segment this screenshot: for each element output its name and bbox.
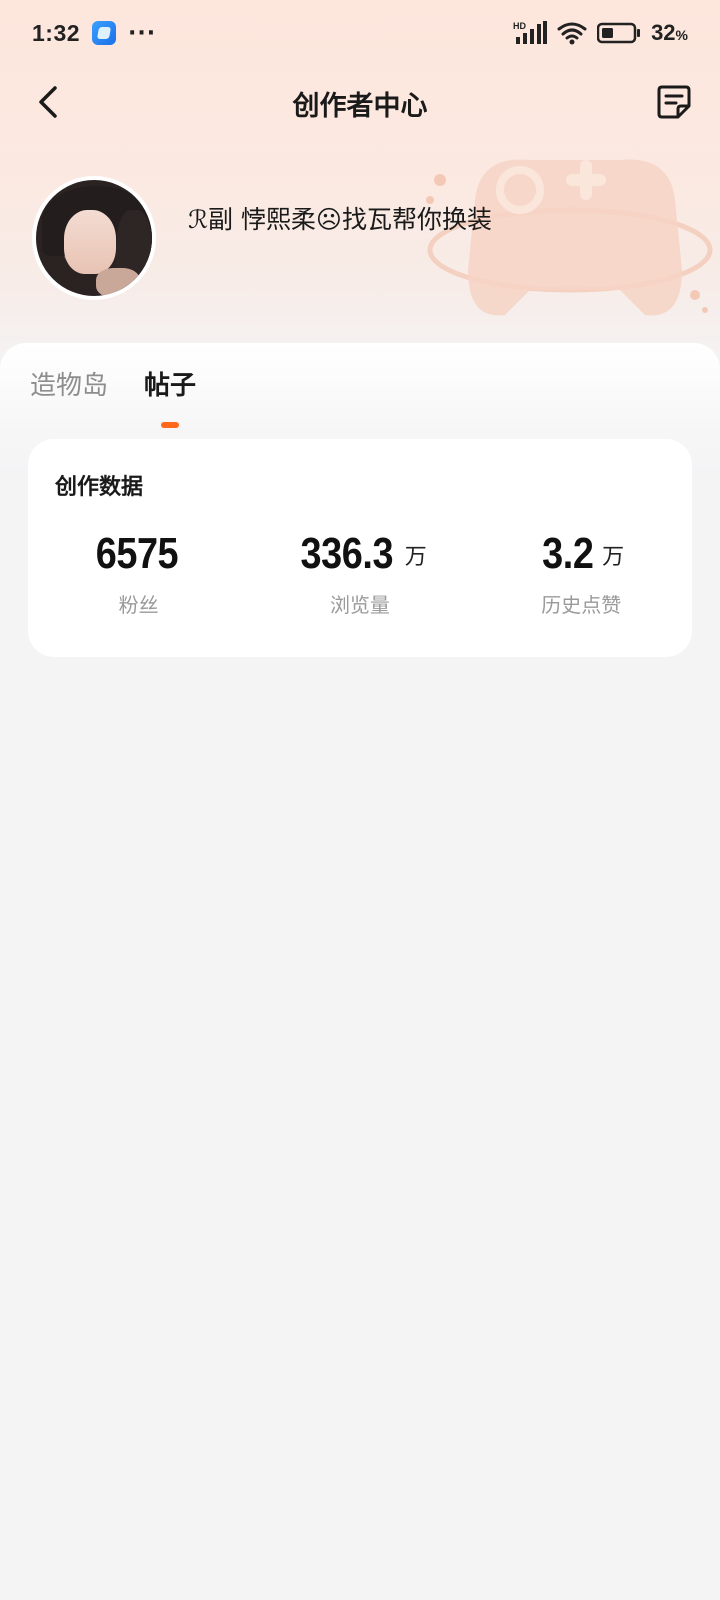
stat-views[interactable]: 336.3 万 浏览量 [249, 527, 470, 618]
creation-data-card: 创作数据 6575 粉丝 336.3 万 浏览量 3.2 万 历史点赞 [28, 439, 692, 657]
tab-zaowudao[interactable]: 造物岛 [30, 365, 108, 416]
stat-value: 336.3 [300, 529, 394, 578]
stat-label: 浏览量 [329, 593, 390, 617]
network-label: HD [513, 21, 526, 31]
note-edit-icon [657, 85, 691, 119]
stat-value: 3.2 [542, 529, 595, 578]
tab-posts[interactable]: 帖子 [144, 365, 197, 428]
navigation-bar: 创作者中心 [0, 66, 720, 138]
avatar[interactable] [32, 176, 156, 300]
stat-likes[interactable]: 3.2 万 历史点赞 [471, 527, 692, 618]
stat-value: 6575 [95, 529, 178, 578]
stats-row: 6575 粉丝 336.3 万 浏览量 3.2 万 历史点赞 [28, 527, 692, 618]
notes-button[interactable] [652, 80, 696, 124]
battery-icon [597, 22, 641, 44]
stat-unit: 万 [404, 545, 427, 570]
stat-label: 粉丝 [118, 593, 159, 617]
status-time: 1:32 [32, 19, 81, 46]
page-title: 创作者中心 [292, 91, 428, 122]
stat-unit: 万 [602, 545, 625, 570]
wifi-icon [557, 22, 587, 45]
tab-label: 帖子 [144, 371, 197, 401]
content-panel: 造物岛 帖子 创作数据 6575 粉丝 336.3 万 浏览量 3.2 万 历史… [0, 343, 720, 1600]
active-tab-indicator [161, 422, 180, 428]
more-notifications-icon: ··· [128, 20, 157, 46]
stat-followers[interactable]: 6575 粉丝 [28, 527, 249, 618]
tab-label: 造物岛 [30, 371, 109, 401]
status-right: HD 32% [513, 20, 688, 46]
username: ℛ副 悖熙柔☹找瓦帮你换装 [188, 205, 492, 234]
stat-label: 历史点赞 [541, 593, 622, 617]
battery-percentage: 32% [651, 20, 688, 45]
status-bar: 1:32 ··· HD 32% [0, 0, 720, 66]
signal-icon: HD [513, 21, 548, 44]
app-notification-icon [92, 21, 117, 45]
card-title: 创作数据 [55, 475, 144, 500]
tab-bar: 造物岛 帖子 [30, 365, 197, 428]
